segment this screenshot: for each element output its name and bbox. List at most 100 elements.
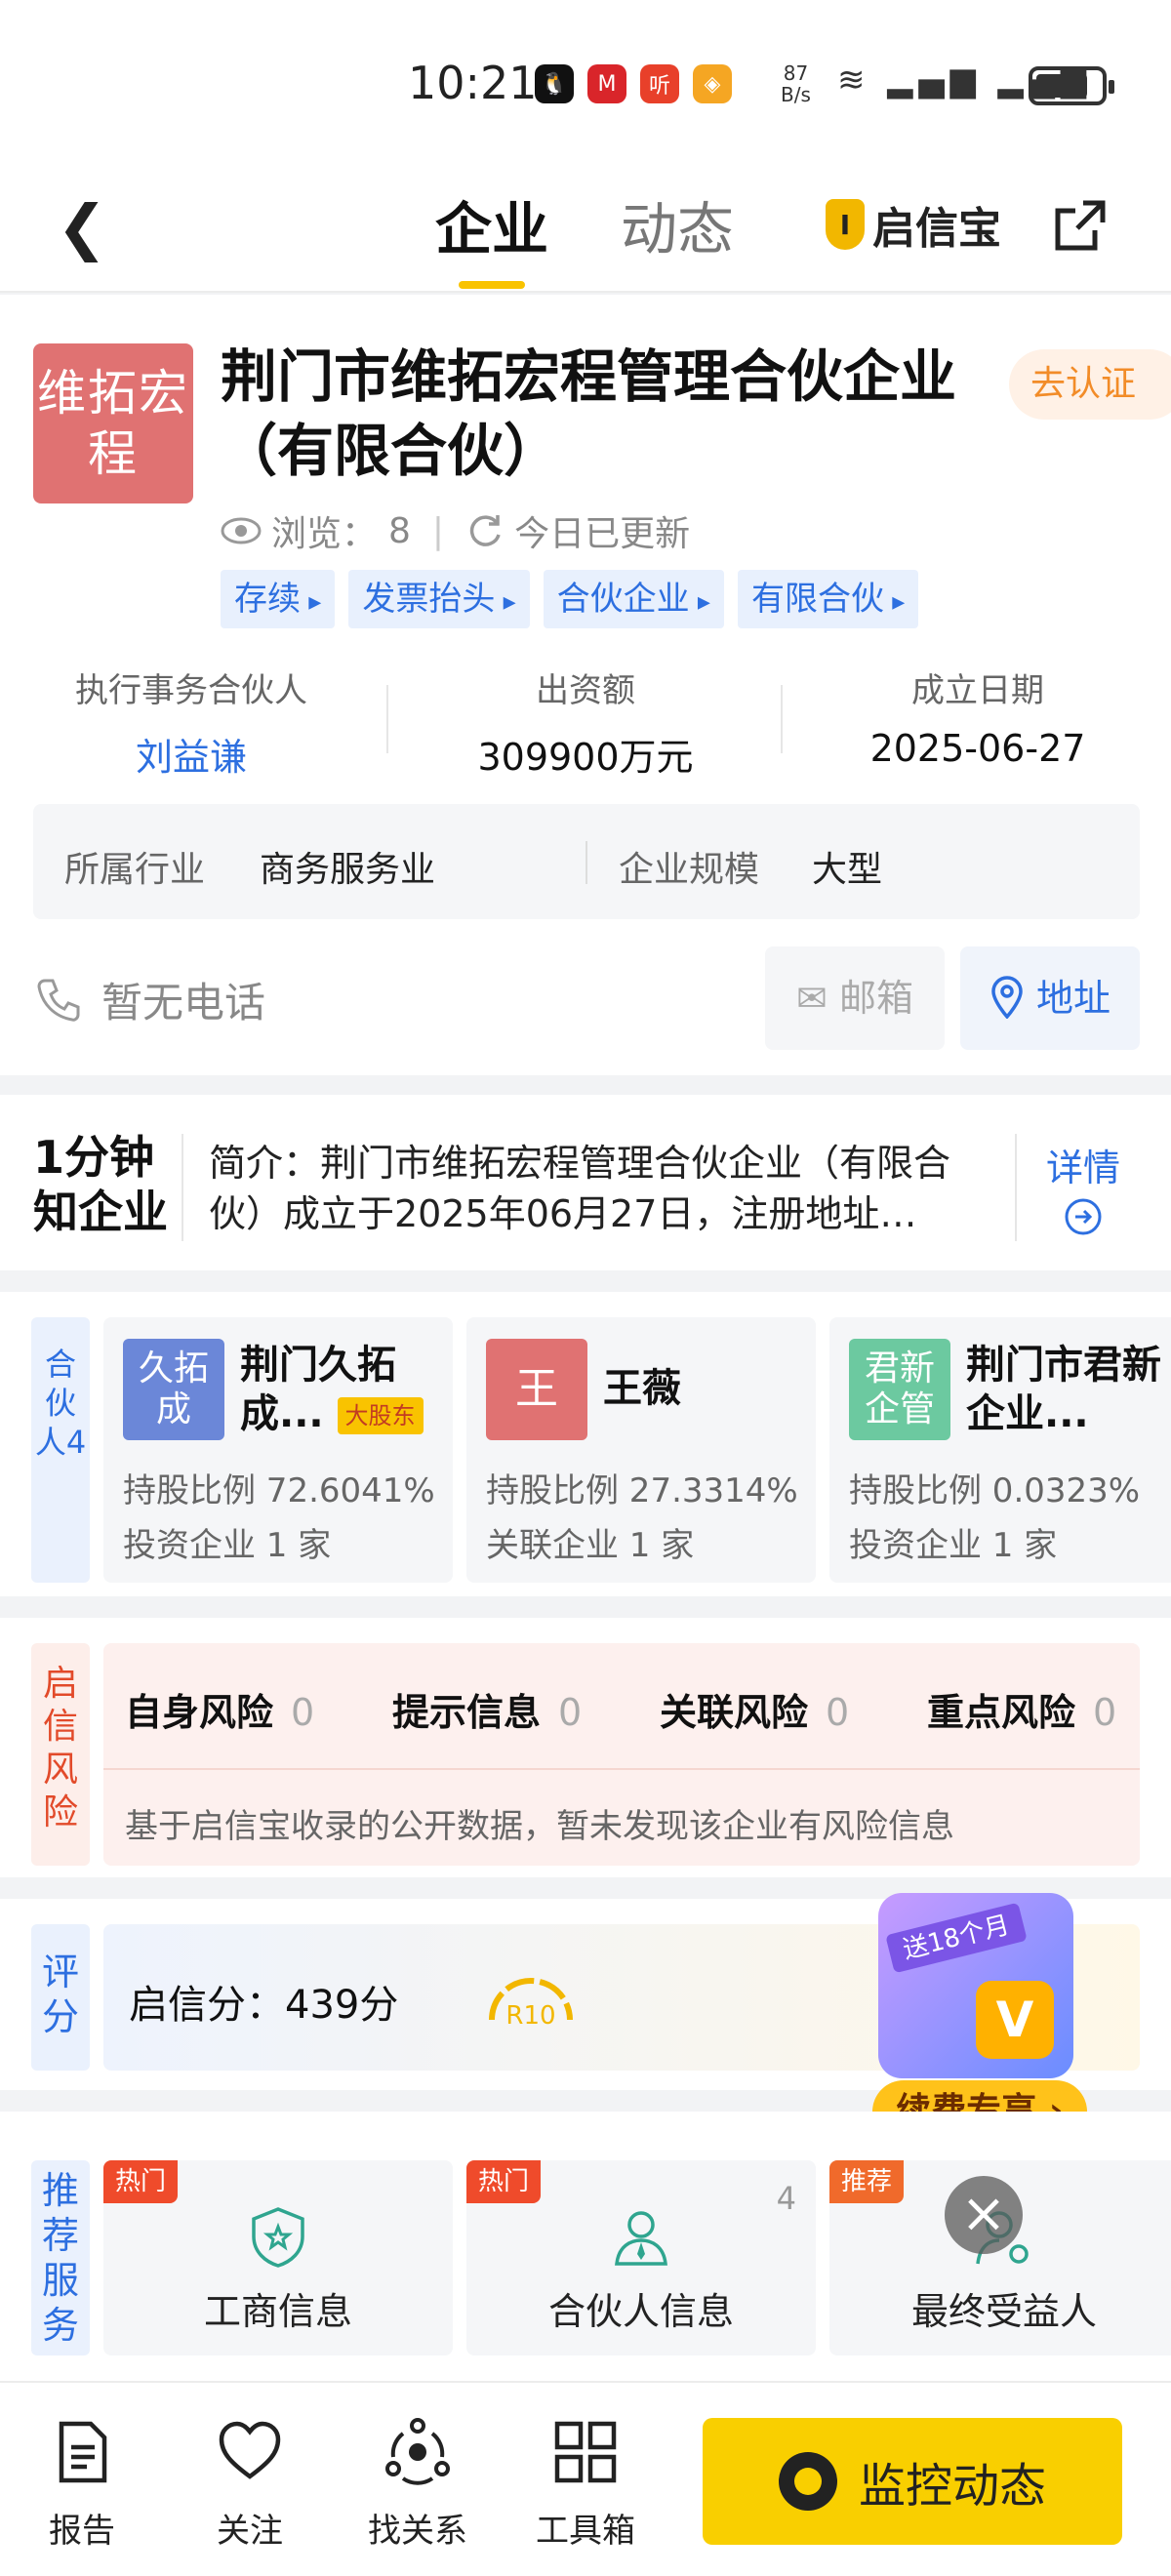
close-icon[interactable]: × (945, 2176, 1023, 2254)
net-speed-unit: B/s (781, 83, 811, 106)
network-icon (385, 2418, 450, 2485)
intro-badge-line1: 1分钟 (33, 1131, 155, 1184)
brand-name: 启信宝 (872, 204, 1001, 254)
relations-label: 找关系 (368, 2512, 467, 2551)
partner-investments: 投资企业 1 家 (123, 1526, 332, 1565)
divider (586, 841, 587, 884)
risk-label: 关联风险 (660, 1691, 809, 1734)
detail-link[interactable]: 详情 (1044, 1138, 1122, 1245)
location-icon (991, 976, 1023, 1020)
detail-label: 详情 (1045, 1147, 1120, 1189)
share-icon[interactable] (1050, 197, 1109, 256)
risk-count: 0 (826, 1691, 850, 1734)
mail-icon: ✉ (796, 977, 828, 1020)
grade-text: R10 (505, 2001, 555, 2031)
bottom-bar: 报告 关注 找关系 工具箱 监控动态 (0, 2381, 1171, 2576)
risk-key[interactable]: 重点风险 0 (927, 1682, 1116, 1736)
divider (103, 1768, 1140, 1770)
risk-label: 自身风险 (125, 1691, 274, 1734)
service-partner-info[interactable]: 热门 4 合伙人信息 (466, 2160, 816, 2355)
capital-field: 出资额 309900万元 (390, 664, 781, 781)
listen-icon: 听 (640, 64, 679, 103)
follow-button[interactable]: 关注 (191, 2418, 308, 2552)
email-button[interactable]: ✉ 邮箱 (765, 946, 945, 1050)
partners-side-label[interactable]: 合伙人4 (31, 1317, 90, 1583)
scale-label: 企业规模 (619, 850, 760, 890)
divider (182, 1134, 183, 1241)
tab-company[interactable]: 企业 (435, 183, 548, 265)
partner-link[interactable]: 刘益谦 (0, 727, 386, 781)
service-business-info[interactable]: 热门 工商信息 (103, 2160, 453, 2355)
score-side-label[interactable]: 评分 (31, 1924, 90, 2071)
divider (386, 685, 388, 753)
risk-self[interactable]: 自身风险 0 (125, 1682, 314, 1736)
grid-icon (554, 2421, 617, 2483)
partner-name: 荆门市君新企业... (966, 1343, 1161, 1436)
date-value: 2025-06-27 (869, 727, 1086, 770)
partner-name: 王薇 (603, 1366, 681, 1411)
company-name: 荆门市维拓宏程管理合伙企业（有限合伙） (221, 343, 957, 484)
divider (1015, 1134, 1017, 1241)
scale-value: 大型 (812, 850, 883, 890)
hot-badge: 热门 (466, 2160, 542, 2203)
tag-invoice[interactable]: 发票抬头 (348, 570, 530, 628)
toolbox-button[interactable]: 工具箱 (527, 2418, 644, 2552)
address-button[interactable]: 地址 (960, 946, 1140, 1050)
tab-news[interactable]: 动态 (621, 183, 734, 265)
risk-count: 0 (291, 1691, 315, 1734)
partner-avatar: 王 (486, 1339, 587, 1440)
industry-label: 所属行业 (64, 850, 206, 890)
partner-related: 关联企业 1 家 (486, 1526, 695, 1565)
hot-badge: 热门 (103, 2160, 179, 2203)
partner-avatar: 久拓成 (123, 1339, 224, 1440)
shield-icon: I (826, 199, 865, 250)
capital-label: 出资额 (536, 671, 635, 710)
partner-card[interactable]: 久拓成 荆门久拓成... 大股东 持股比例 72.6041% 投资企业 1 家 (103, 1317, 453, 1583)
qq-icon: 🐧 (535, 64, 574, 103)
report-icon (59, 2421, 107, 2483)
report-button[interactable]: 报告 (23, 2418, 141, 2552)
eye-icon (221, 517, 262, 544)
net-speed-value: 87 (783, 61, 809, 85)
risk-label: 重点风险 (927, 1691, 1076, 1734)
partner-field: 执行事务合伙人 刘益谦 (0, 664, 386, 781)
relations-button[interactable]: 找关系 (359, 2418, 476, 2552)
toolbox-label: 工具箱 (536, 2512, 635, 2551)
risk-side-label[interactable]: 启信风险 (31, 1643, 90, 1866)
intro-badge-line2: 知企业 (33, 1186, 168, 1238)
partner-card[interactable]: 王 王薇 持股比例 27.3314% 关联企业 1 家 (466, 1317, 816, 1583)
service-count: 4 (776, 2180, 796, 2217)
nav-bar: ❮ 企业 动态 I 启信宝 (0, 166, 1171, 293)
partner-share: 持股比例 0.0323% (849, 1471, 1141, 1510)
renewal-promo[interactable]: 送18个月 V 续费专享 › (859, 1873, 1093, 2147)
bank-icon: M (587, 64, 626, 103)
tag-list: 存续 发票抬头 合伙企业 有限合伙 (221, 570, 919, 628)
back-icon[interactable]: ❮ (57, 191, 107, 262)
address-label: 地址 (1036, 977, 1111, 1020)
partner-card[interactable]: 君新企管 荆门市君新企业... 持股比例 0.0323% 投资企业 1 家 (829, 1317, 1171, 1583)
risk-notice[interactable]: 提示信息 0 (392, 1682, 582, 1736)
risk-section: 启信风险 自身风险 0 提示信息 0 关联风险 0 重点风险 0 基于启信宝收录的公开数… (0, 1618, 1171, 1877)
tag-limited[interactable]: 有限合伙 (737, 570, 919, 628)
risk-count: 0 (558, 1691, 583, 1734)
tag-status[interactable]: 存续 (221, 570, 336, 628)
capital-value: 309900万元 (477, 736, 694, 779)
tag-partnership[interactable]: 合伙企业 (543, 570, 724, 628)
service-label: 工商信息 (203, 2290, 352, 2333)
intro-section[interactable]: 1分钟 知企业 简介：荆门市维拓宏程管理合伙企业（有限合伙）成立于2025年06… (0, 1095, 1171, 1270)
recommend-badge: 推荐 (829, 2160, 905, 2203)
updated-text: 今日已更新 (514, 514, 691, 554)
date-label: 成立日期 (911, 671, 1044, 710)
partner-investments: 投资企业 1 家 (849, 1526, 1058, 1565)
report-label: 报告 (49, 2512, 115, 2551)
status-bar: 10:21 🐧 M 听 ◈ 87 B/s ≋ ▂▄▆ ▂▄▆ (0, 0, 1171, 166)
risk-box[interactable]: 自身风险 0 提示信息 0 关联风险 0 重点风险 0 基于启信宝收录的公开数据，暂未发… (103, 1643, 1140, 1866)
badge-shield-icon (252, 2207, 304, 2268)
partner-share: 持股比例 27.3314% (486, 1471, 798, 1510)
services-side-label[interactable]: 推荐服务 (31, 2160, 90, 2355)
phone-icon (37, 979, 80, 1022)
verify-button[interactable]: 去认证 (1009, 349, 1171, 420)
monitor-button[interactable]: 监控动态 (703, 2418, 1122, 2545)
risk-related[interactable]: 关联风险 0 (660, 1682, 849, 1736)
phone-text: 暂无电话 (101, 979, 266, 1026)
